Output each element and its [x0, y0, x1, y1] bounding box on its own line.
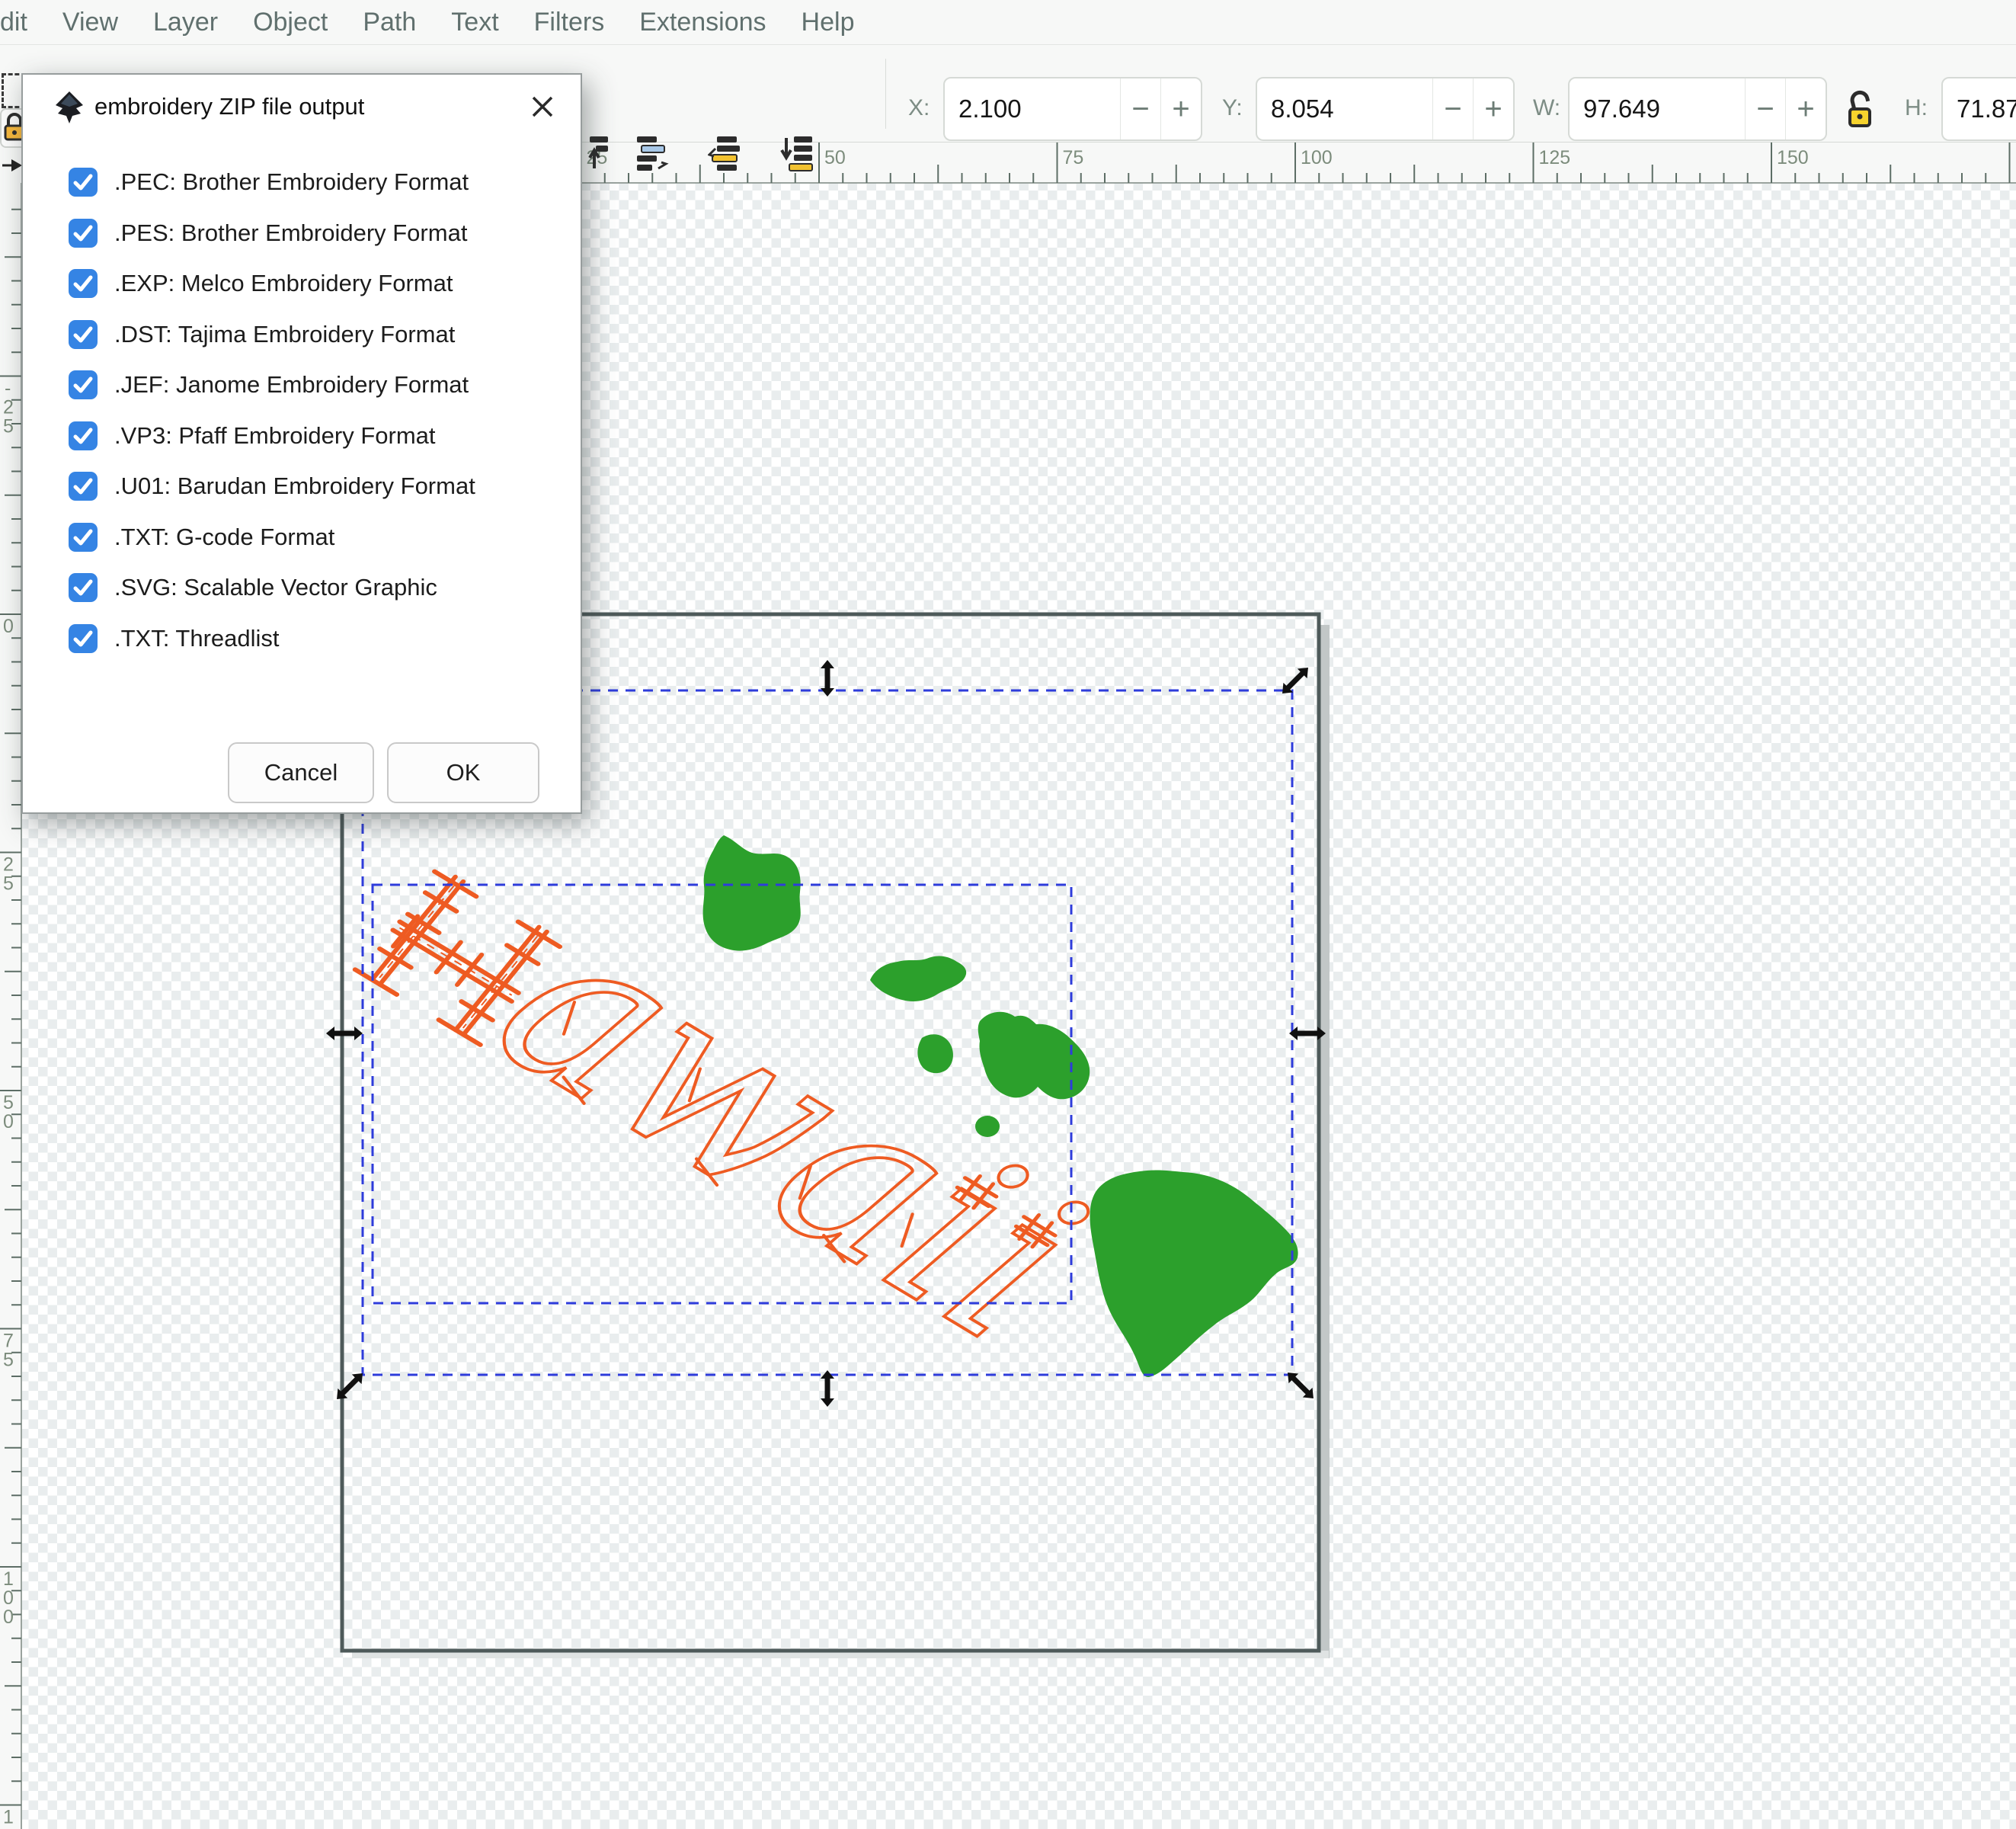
menu-bar: dit View Layer Object Path Text Filters Extensi…: [0, 0, 2016, 45]
w-decrement-button[interactable]: −: [1745, 78, 1785, 139]
h-ruler-label: 150: [1777, 147, 1809, 168]
cancel-button[interactable]: Cancel: [228, 742, 374, 803]
format-checkbox-checked[interactable]: [69, 472, 98, 501]
v-ruler-label: 7: [3, 1331, 14, 1352]
check-icon: [73, 428, 93, 444]
format-checkbox-checked[interactable]: [69, 370, 98, 400]
inkscape-logo-icon: [56, 91, 83, 123]
h-field-label: H:: [1905, 95, 1928, 120]
format-checkbox-checked[interactable]: [69, 168, 98, 197]
h-input[interactable]: 71.877: [1941, 77, 2016, 141]
v-ruler-label: 2: [3, 397, 14, 418]
v-ruler-label: 5: [3, 1092, 14, 1113]
check-icon: [73, 326, 93, 343]
menu-item[interactable]: Text: [451, 8, 498, 37]
format-checkbox-checked[interactable]: [69, 269, 98, 299]
dialog-title: embroidery ZIP file output: [94, 93, 365, 120]
embroidery-zip-output-dialog: embroidery ZIP file output .PEC: Brother…: [21, 73, 582, 814]
x-increment-button[interactable]: +: [1160, 78, 1201, 139]
raise-to-top-icon[interactable]: [588, 135, 608, 171]
v-ruler-label: 5: [3, 873, 14, 895]
dialog-title-bar: embroidery ZIP file output: [23, 75, 581, 128]
format-row: .U01: Barudan Embroidery Format: [23, 461, 581, 512]
format-checkbox-checked[interactable]: [69, 218, 98, 248]
check-icon: [73, 225, 93, 242]
w-field-label: W:: [1533, 95, 1561, 120]
format-label: .JEF: Janome Embroidery Format: [114, 371, 469, 399]
format-row: .PES: Brother Embroidery Format: [23, 208, 581, 259]
close-icon[interactable]: [527, 91, 558, 122]
format-label: .DST: Tajima Embroidery Format: [114, 320, 456, 348]
format-row: .JEF: Janome Embroidery Format: [23, 360, 581, 411]
format-row: .DST: Tajima Embroidery Format: [23, 309, 581, 360]
format-label: .TXT: Threadlist: [114, 624, 280, 652]
format-label: .TXT: G-code Format: [114, 523, 335, 550]
format-row: .EXP: Melco Embroidery Format: [23, 258, 581, 309]
lower-to-bottom-icon[interactable]: [780, 135, 814, 171]
v-ruler-label: 0: [3, 1587, 14, 1609]
h-ruler-label: 75: [1063, 147, 1084, 168]
format-row: .TXT: Threadlist: [23, 613, 581, 665]
menu-item[interactable]: Filters: [534, 8, 605, 37]
h-ruler-label: 100: [1301, 147, 1333, 168]
check-icon: [73, 630, 93, 647]
menu-item[interactable]: dit: [0, 8, 27, 37]
format-row: .PEC: Brother Embroidery Format: [23, 157, 581, 208]
format-label: .PES: Brother Embroidery Format: [114, 219, 468, 246]
v-ruler-label: 0: [3, 1111, 14, 1132]
format-label: .U01: Barudan Embroidery Format: [114, 472, 475, 500]
format-label: .EXP: Melco Embroidery Format: [114, 270, 453, 297]
lower-one-step-icon[interactable]: [708, 135, 741, 171]
h-ruler-label: 125: [1539, 147, 1571, 168]
format-checkbox-checked[interactable]: [69, 319, 98, 349]
y-increment-button[interactable]: +: [1473, 78, 1513, 139]
check-icon: [73, 174, 93, 191]
raise-one-step-icon[interactable]: [635, 135, 669, 171]
v-ruler-label: 1: [3, 1807, 14, 1828]
format-checkbox-checked[interactable]: [69, 623, 98, 653]
v-ruler-label: 2: [3, 854, 14, 876]
w-input[interactable]: 97.649 − +: [1568, 77, 1827, 141]
menu-item[interactable]: Object: [253, 8, 328, 37]
h-ruler-label: 50: [824, 147, 846, 168]
format-label: .SVG: Scalable Vector Graphic: [114, 574, 437, 601]
y-decrement-button[interactable]: −: [1432, 78, 1473, 139]
x-input[interactable]: 2.100 − +: [943, 77, 1202, 141]
menu-item[interactable]: View: [62, 8, 118, 37]
w-increment-button[interactable]: +: [1785, 78, 1826, 139]
y-input[interactable]: 8.054 − +: [1256, 77, 1515, 141]
format-row: .VP3: Pfaff Embroidery Format: [23, 411, 581, 462]
x-decrement-button[interactable]: −: [1120, 78, 1160, 139]
format-row: .TXT: G-code Format: [23, 512, 581, 563]
check-icon: [73, 376, 93, 393]
x-field-label: X:: [908, 95, 930, 120]
check-icon: [73, 478, 93, 495]
ok-button[interactable]: OK: [387, 742, 539, 803]
menu-item[interactable]: Extensions: [639, 8, 766, 37]
v-ruler-label: 0: [3, 616, 14, 637]
y-field-label: Y:: [1222, 95, 1243, 120]
format-checkbox-list: .PEC: Brother Embroidery Format .PES: Br…: [23, 157, 581, 664]
menu-item[interactable]: Layer: [153, 8, 218, 37]
check-icon: [73, 579, 93, 596]
v-ruler-label: 5: [3, 1350, 14, 1371]
v-ruler-label: 5: [3, 416, 14, 437]
format-label: .VP3: Pfaff Embroidery Format: [114, 421, 436, 449]
v-ruler-label: -: [5, 378, 11, 399]
check-icon: [73, 529, 93, 546]
menu-item[interactable]: Path: [363, 8, 416, 37]
menu-item[interactable]: Help: [802, 8, 855, 37]
check-icon: [73, 275, 93, 292]
v-ruler-label: 1: [3, 1568, 14, 1590]
format-checkbox-checked[interactable]: [69, 522, 98, 552]
lock-ratio-open-icon[interactable]: [1844, 86, 1879, 130]
format-checkbox-checked[interactable]: [69, 573, 98, 603]
format-row: .SVG: Scalable Vector Graphic: [23, 562, 581, 613]
v-ruler-label: 0: [3, 1606, 14, 1628]
format-label: .PEC: Brother Embroidery Format: [114, 168, 469, 196]
format-checkbox-checked[interactable]: [69, 421, 98, 450]
